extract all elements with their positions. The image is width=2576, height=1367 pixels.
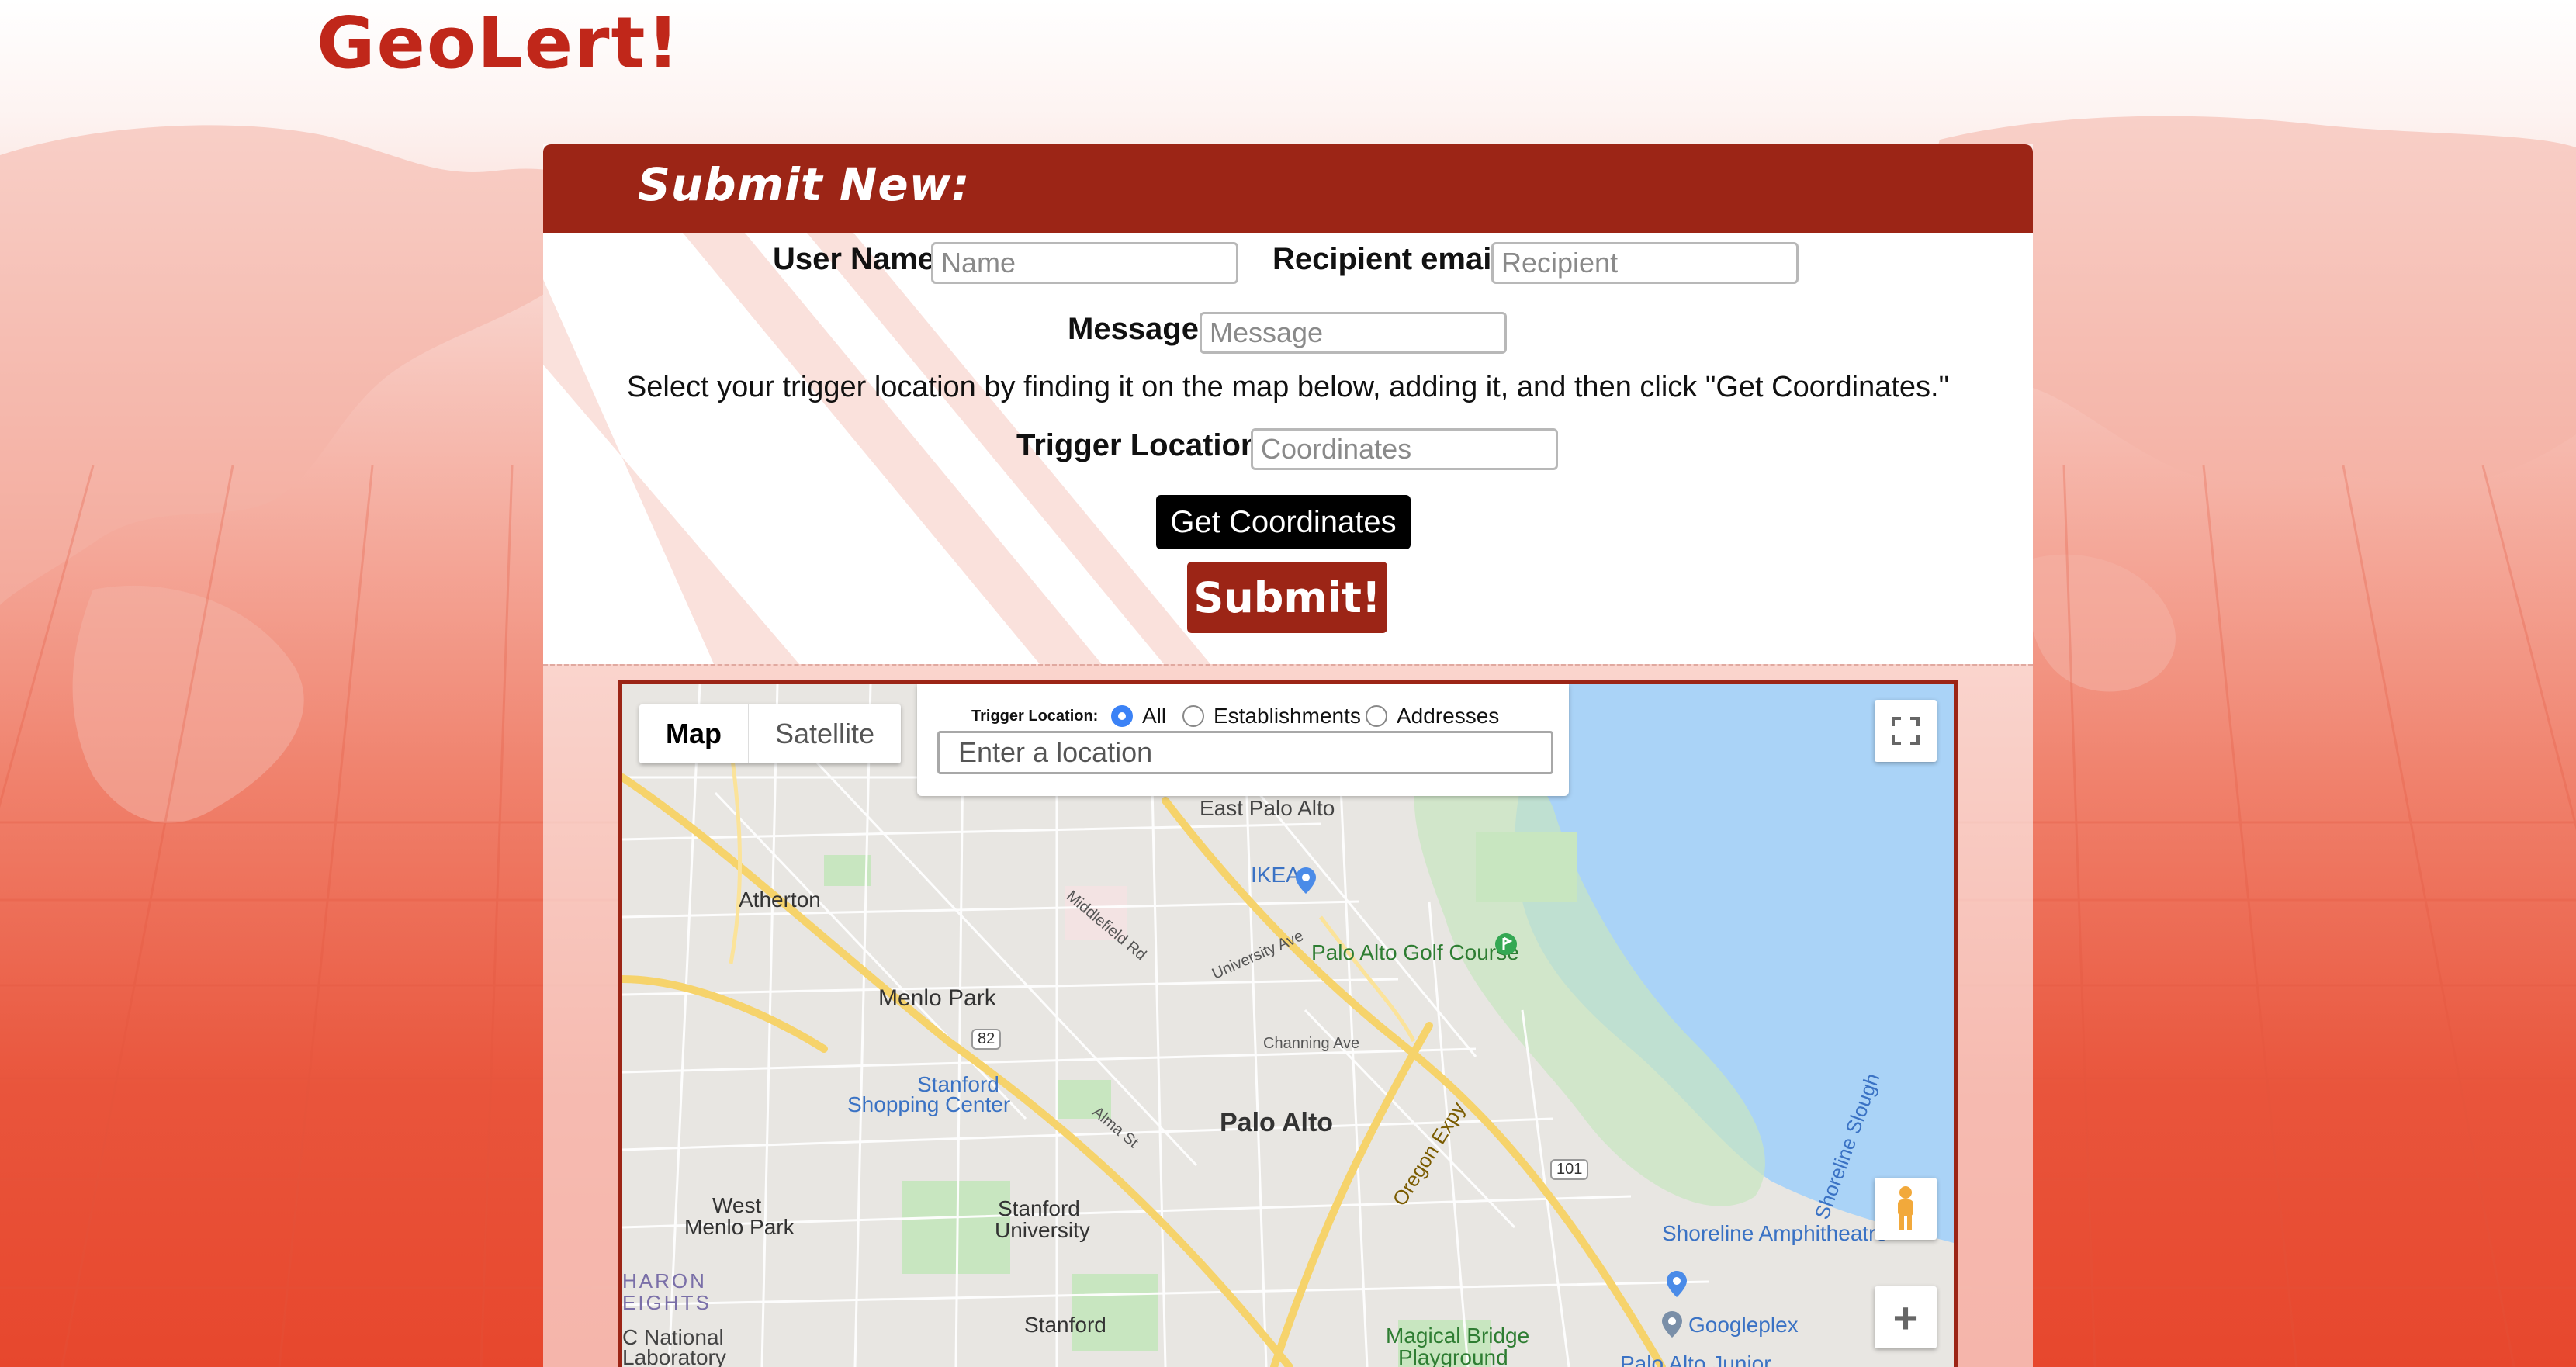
googleplex-pin-icon[interactable] [1662,1311,1682,1338]
trigger-location-label: Trigger Location [1016,428,1260,462]
map-label-stanford-univ-2: University [995,1218,1090,1242]
ikea-pin-icon[interactable] [1296,867,1316,894]
submit-form: User Name Recipient email Message Select… [543,233,2033,664]
panel-title: Submit New: [638,158,971,211]
recipient-email-input[interactable] [1491,242,1799,284]
map-label-magical-bridge-2: Playground [1398,1345,1508,1367]
map-label-stanford-shopping-2: Shopping Center [847,1092,1011,1116]
instruction-text: Select your trigger location by finding … [626,371,1950,403]
submit-button[interactable]: Submit! [1187,562,1387,633]
trigger-location-title: Trigger Location: [971,708,1099,725]
coordinates-input[interactable] [1251,428,1558,470]
map-label-palo-alto-junior: Palo Alto Junior [1620,1351,1771,1367]
map-label-channing-ave: Channing Ave [1263,1035,1360,1052]
recipient-label: Recipient email [1272,242,1501,276]
pegman-icon [1898,1186,1913,1230]
map-label-hwy-82: 82 [971,1029,1002,1050]
map-type-map-button[interactable]: Map [639,704,749,763]
map-label-palo-alto-golf: Palo Alto Golf Course [1311,940,1519,964]
message-input[interactable] [1200,312,1507,354]
map-label-east-palo-alto: East Palo Alto [1200,796,1335,820]
map-label-ladera-2: EIGHTS [622,1291,712,1314]
radio-addresses[interactable]: Addresses [1366,701,1499,731]
get-coordinates-button[interactable]: Get Coordinates [1156,495,1411,549]
radio-all[interactable]: All [1111,701,1166,731]
map-label-menlo-park: Menlo Park [878,985,996,1011]
username-label: User Name [773,242,936,276]
map-label-palo-alto: Palo Alto [1220,1108,1334,1137]
map-label-googleplex: Googleplex [1688,1313,1799,1337]
map-container[interactable]: East Palo Alto IKEA Atherton Palo Alto G… [618,680,1958,1367]
panel-header: Submit New: [543,144,2033,233]
location-search-panel: Trigger Location: All Establishments Add… [917,684,1569,796]
fullscreen-icon [1892,717,1920,745]
radio-addresses-indicator[interactable] [1366,705,1387,727]
divider [543,664,2033,666]
golf-course-icon[interactable] [1494,933,1518,956]
map-label-atherton: Atherton [739,888,821,912]
shoreline-pin-icon[interactable] [1667,1271,1687,1297]
radio-all-label: All [1142,704,1167,728]
map-type-control: Map Satellite [639,704,902,763]
radio-establishments-indicator[interactable] [1182,705,1204,727]
map-label-hwy-101: 101 [1550,1159,1589,1180]
location-search-input[interactable] [937,731,1553,774]
map-label-ikea: IKEA [1251,863,1300,887]
map-type-satellite-button[interactable]: Satellite [749,704,901,763]
fullscreen-button[interactable] [1875,700,1937,762]
message-label: Message [1068,312,1199,346]
map-label-shoreline-amphitheatre: Shoreline Amphitheatre [1662,1221,1889,1245]
map-label-slac-2: Laboratory [622,1345,726,1367]
map-label-ladera-1: HARON [622,1269,707,1293]
radio-addresses-label: Addresses [1397,704,1500,728]
zoom-in-button[interactable]: + [1875,1286,1937,1348]
radio-establishments-label: Establishments [1214,704,1361,728]
radio-establishments[interactable]: Establishments [1182,701,1361,731]
street-view-button[interactable] [1875,1178,1937,1240]
app-logo[interactable]: GeoLert! [317,0,680,87]
radio-all-indicator[interactable] [1111,705,1133,727]
username-input[interactable] [931,242,1238,284]
map-label-west-menlo-2: Menlo Park [684,1215,795,1239]
map-label-stanford: Stanford [1024,1313,1106,1337]
